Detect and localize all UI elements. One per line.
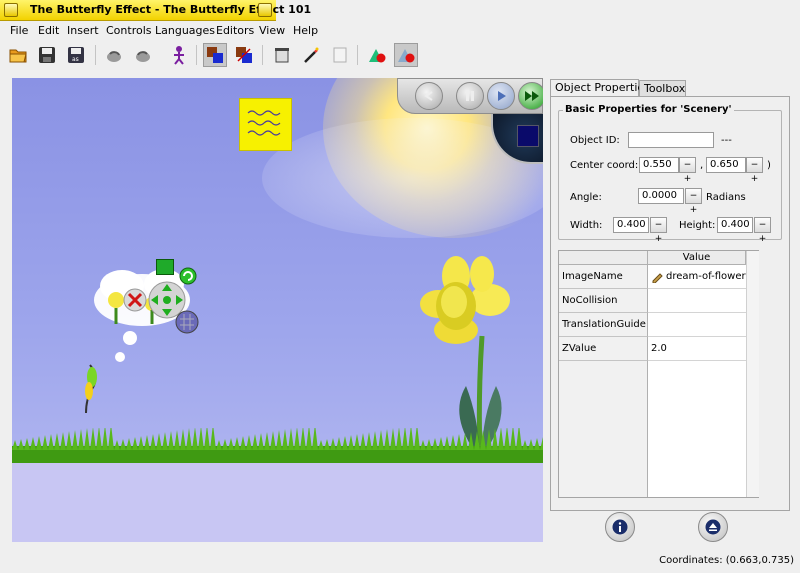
scene-canvas[interactable] (12, 78, 543, 542)
width-stepper[interactable]: −+ (650, 217, 667, 244)
eject-button[interactable] (698, 512, 728, 542)
grass-object (12, 428, 543, 468)
open-icon[interactable] (6, 43, 30, 67)
toolbar: as (0, 41, 800, 69)
eject-icon (705, 519, 721, 535)
menu-help[interactable]: Help (293, 24, 318, 37)
group-title: Basic Properties for 'Scenery' (563, 104, 734, 115)
height-label: Height: (679, 220, 716, 231)
ground (12, 463, 543, 542)
info-icon (612, 519, 628, 535)
height-field[interactable]: 0.400 (717, 217, 753, 233)
center-x-stepper[interactable]: −+ (679, 157, 696, 184)
center-close: ) (767, 160, 771, 171)
row-translationguide[interactable]: TranslationGuide (559, 313, 648, 337)
center-sep: , (700, 160, 704, 171)
property-handle-icon[interactable] (175, 310, 199, 334)
delete-handle-icon[interactable] (122, 287, 148, 313)
cell-nocollision[interactable] (648, 289, 746, 313)
cell-translationguide[interactable] (648, 313, 746, 337)
menu-languages[interactable]: Languages (155, 24, 215, 37)
maximize-button[interactable] (258, 3, 272, 17)
properties-icon[interactable] (328, 43, 352, 67)
width-label: Width: (570, 220, 603, 231)
svg-text:as: as (72, 56, 79, 63)
object-id-label: Object ID: (570, 135, 620, 146)
save-as-icon[interactable]: as (64, 43, 88, 67)
center-y-field[interactable]: 0.650 (706, 157, 746, 173)
object-id-suffix: --- (721, 135, 732, 146)
save-icon[interactable] (35, 43, 59, 67)
table-corner (559, 251, 648, 265)
wand-icon[interactable] (299, 43, 323, 67)
center-x-field[interactable]: 0.550 (639, 157, 679, 173)
row-header-filler (559, 361, 648, 497)
grid-icon[interactable] (365, 43, 389, 67)
value-column-header: Value (648, 251, 746, 265)
coordinates-status: Coordinates: (0.663,0.735) (659, 555, 794, 566)
pause-button[interactable] (456, 82, 484, 110)
pencil-icon (652, 273, 663, 283)
menu-view[interactable]: View (259, 24, 285, 37)
undo-icon[interactable] (102, 43, 126, 67)
drag-icon[interactable] (167, 43, 191, 67)
menu-bar: File Edit Insert Controls Languages Edit… (0, 21, 800, 40)
angle-unit: Radians (706, 192, 746, 203)
angle-stepper[interactable]: −+ (685, 188, 702, 215)
center-y-stepper[interactable]: −+ (746, 157, 763, 184)
toolbar-separator (357, 45, 358, 65)
goal-indicator (517, 125, 539, 147)
resize-handle-icon[interactable] (156, 259, 174, 275)
angle-field[interactable]: 0.0000 (638, 188, 684, 204)
width-field[interactable]: 0.400 (613, 217, 649, 233)
move-mode-icon[interactable] (203, 43, 227, 67)
menu-insert[interactable]: Insert (67, 24, 99, 37)
window-menu-button[interactable] (4, 3, 18, 17)
tab-object-properties[interactable]: Object Properties (550, 79, 650, 97)
property-table[interactable]: Value ImageName dream-of-flowers NoColli… (558, 250, 759, 498)
toolbar-separator (196, 45, 197, 65)
toolbar-separator (262, 45, 263, 65)
imagename-value: dream-of-flowers (666, 271, 751, 282)
menu-controls[interactable]: Controls (106, 24, 152, 37)
redo-icon[interactable] (131, 43, 155, 67)
info-button[interactable] (605, 512, 635, 542)
butterfly-object[interactable] (80, 363, 100, 415)
height-stepper[interactable]: −+ (754, 217, 771, 244)
toolbar-separator (95, 45, 96, 65)
row-zvalue[interactable]: ZValue (559, 337, 648, 361)
row-imagename[interactable]: ImageName (559, 265, 648, 289)
tab-toolbox[interactable]: Toolbox (639, 80, 686, 96)
object-id-field[interactable] (628, 132, 714, 148)
collision-icon[interactable] (394, 43, 418, 67)
cell-imagename[interactable]: dream-of-flowers (648, 265, 751, 289)
resize-mode-icon[interactable] (232, 43, 256, 67)
menu-edit[interactable]: Edit (38, 24, 59, 37)
title-bar: The Butterfly Effect - The Butterfly Eff… (0, 0, 800, 21)
sign-object[interactable] (239, 98, 292, 151)
menu-editors[interactable]: Editors (216, 24, 254, 37)
center-coord-label: Center coord: ( (570, 160, 646, 171)
row-nocollision[interactable]: NoCollision (559, 289, 648, 313)
properties-panel: Basic Properties for 'Scenery' Object ID… (550, 96, 790, 511)
angle-label: Angle: (570, 192, 602, 203)
play-button[interactable] (487, 82, 515, 110)
reset-button[interactable] (415, 82, 443, 110)
delete-icon[interactable] (270, 43, 294, 67)
cell-zvalue[interactable]: 2.0 (648, 337, 746, 361)
playback-controls (397, 78, 543, 114)
daffodil-object[interactable] (416, 256, 526, 456)
menu-file[interactable]: File (10, 24, 28, 37)
table-scroll-area[interactable] (746, 251, 759, 497)
fast-forward-button[interactable] (518, 82, 543, 110)
